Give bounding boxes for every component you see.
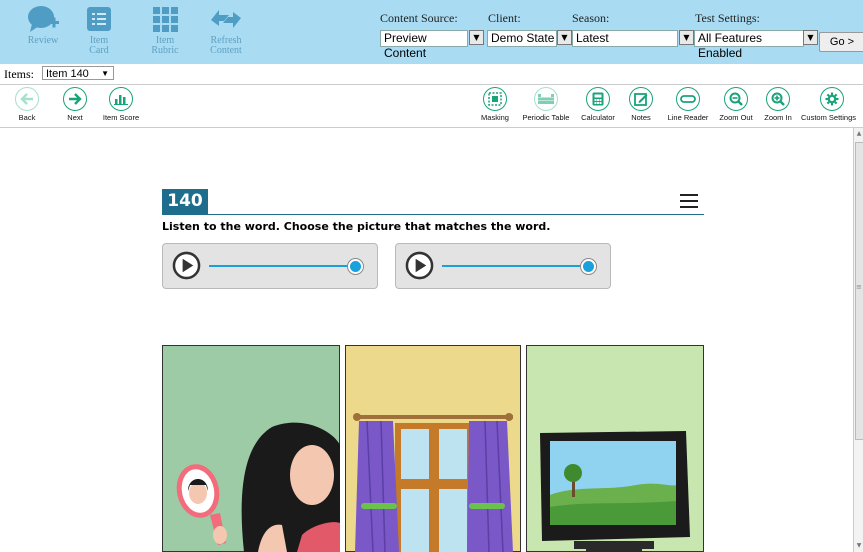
item-rubric-label: Item Rubric [151,35,179,56]
audio-player-1 [162,243,378,289]
masking-label: Masking [481,113,509,122]
item-score-button[interactable]: Item Score [99,87,143,122]
refresh-content-icon [194,2,258,36]
test-settings-label: Test Settings: [695,11,760,25]
zoom-in-icon [766,87,790,111]
refresh-content-button[interactable]: Refresh Content [194,2,258,56]
choice-girl-with-mirror[interactable] [162,345,340,552]
item-content: 140 Listen to the word. Choose the pictu… [0,128,853,552]
client-select[interactable]: Demo State [487,30,557,47]
item-card-label: Item Card [89,35,109,56]
go-button[interactable]: Go > [819,32,863,52]
items-select-value: Item 140 [46,68,89,80]
zoom-out-label: Zoom Out [719,113,753,122]
calculator-label: Calculator [581,113,615,122]
girl-with-mirror-image [162,345,340,552]
window-with-curtains-image [345,345,521,552]
zoom-out-button[interactable]: Zoom Out [716,87,756,122]
masking-icon [483,87,507,111]
review-button[interactable]: Review [11,2,75,46]
review-label: Review [27,35,59,46]
line-reader-button[interactable]: Line Reader [663,87,713,122]
scroll-up-arrow-icon[interactable]: ▲ [855,130,863,138]
masking-button[interactable]: Masking [478,87,512,122]
bar-chart-icon [109,87,133,111]
audio-progress-track[interactable] [209,265,353,267]
audio-progress-track[interactable] [442,265,586,267]
notes-button[interactable]: Notes [626,87,656,122]
season-select[interactable]: Latest [572,30,678,47]
play-icon[interactable] [405,251,434,280]
review-icon [11,2,75,36]
test-settings-dropdown-icon[interactable]: ▼ [803,30,818,45]
question-prompt: Listen to the word. Choose the picture t… [162,220,551,233]
question-header-rule [162,214,704,215]
television-image [526,345,704,552]
hamburger-menu-icon[interactable] [680,194,698,208]
item-card-button[interactable]: Item Card [67,2,131,56]
custom-settings-label: Custom Settings [801,113,857,122]
calculator-button[interactable]: Calculator [578,87,618,122]
notes-label: Notes [631,113,651,122]
custom-settings-button[interactable]: Custom Settings [801,87,863,122]
audio-progress-knob[interactable] [348,259,363,274]
client-label: Client: [488,11,521,25]
choice-window-with-curtains[interactable] [345,345,521,552]
toolbar: Back Next Item Score Masking Periodic Ta… [0,85,863,128]
top-bar: Review Item Card Item Rubric Refresh Con… [0,0,863,64]
play-icon[interactable] [172,251,201,280]
item-rubric-icon [133,2,197,36]
items-label: Items: [4,67,34,81]
notes-icon [629,87,653,111]
scroll-down-arrow-icon[interactable]: ▼ [855,542,863,550]
client-dropdown-icon[interactable]: ▼ [557,30,572,45]
next-arrow-icon [63,87,87,111]
periodic-table-label: Periodic Table [522,113,570,122]
audio-player-2 [395,243,611,289]
item-rubric-button[interactable]: Item Rubric [133,2,197,56]
item-card-icon [67,2,131,36]
content-scrollbar[interactable]: ▲ ≡ ▼ [853,128,863,552]
periodic-table-button[interactable]: Periodic Table [518,87,574,122]
refresh-content-label: Refresh Content [210,35,242,56]
audio-progress-knob[interactable] [581,259,596,274]
content-source-label: Content Source: [380,11,458,25]
item-score-label: Item Score [102,113,140,122]
line-reader-label: Line Reader [667,113,709,122]
calculator-icon [586,87,610,111]
items-select[interactable]: Item 140 ▼ [42,66,114,80]
test-settings-select[interactable]: All Features Enabled [694,30,804,60]
chevron-down-icon: ▼ [101,69,109,78]
next-label: Next [67,113,83,122]
items-row: Items: Item 140 ▼ [0,64,863,85]
scrollbar-thumb[interactable] [855,142,863,440]
zoom-out-icon [724,87,748,111]
content-source-dropdown-icon[interactable]: ▼ [469,30,484,45]
back-button[interactable]: Back [13,87,41,122]
back-arrow-icon [15,87,39,111]
zoom-in-button[interactable]: Zoom In [760,87,796,122]
back-label: Back [18,113,36,122]
season-label: Season: [572,11,610,25]
next-button[interactable]: Next [61,87,89,122]
scroll-grip-icon: ≡ [856,283,862,291]
periodic-table-icon [534,87,558,111]
line-reader-icon [676,87,700,111]
content-source-select[interactable]: Preview Content [380,30,468,60]
season-dropdown-icon[interactable]: ▼ [679,30,694,45]
gear-icon [820,87,844,111]
question-number: 140 [162,189,208,214]
zoom-in-label: Zoom In [764,113,792,122]
choice-television[interactable] [526,345,704,552]
